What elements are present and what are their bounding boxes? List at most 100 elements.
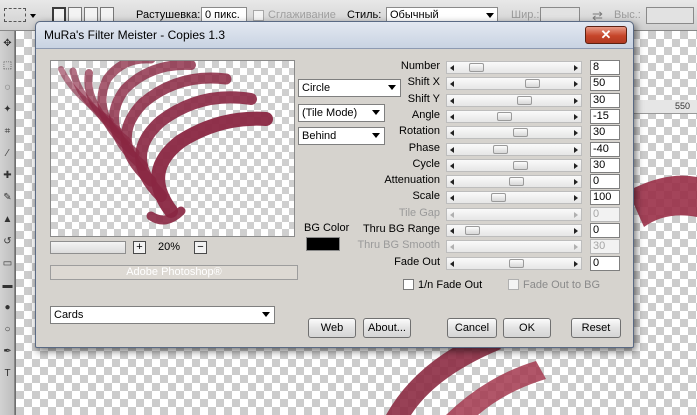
arrow-left-icon[interactable]: [450, 81, 454, 87]
arrow-right-icon[interactable]: [574, 228, 578, 234]
tools-panel: ✥ ⬚ ◌ ✦ ⌗ ⁄ ✚ ✎ ▲ ↺ ▭ ▬ ● ○ ✒ T: [0, 31, 15, 415]
rotation-value-input[interactable]: 30: [590, 125, 620, 140]
zoom-track[interactable]: [50, 241, 126, 254]
arrow-left-icon[interactable]: [450, 147, 454, 153]
move-tool-icon[interactable]: ✥: [1, 35, 14, 53]
close-button[interactable]: ✕: [585, 26, 627, 44]
arrow-left-icon[interactable]: [450, 179, 454, 185]
marquee-tool-icon[interactable]: ⬚: [1, 57, 14, 75]
slider-thumb[interactable]: [509, 259, 524, 268]
type-tool-icon[interactable]: T: [1, 365, 14, 383]
stamp-tool-icon[interactable]: ▲: [1, 211, 14, 229]
preview-artwork: [58, 61, 273, 225]
phase-slider[interactable]: [446, 143, 582, 156]
arrow-left-icon[interactable]: [450, 98, 454, 104]
arrow-left-icon[interactable]: [450, 163, 454, 169]
preview-pane[interactable]: [50, 60, 295, 237]
arrow-left-icon[interactable]: [450, 228, 454, 234]
height-input[interactable]: [646, 7, 694, 24]
marquee-tool-icon[interactable]: [4, 8, 26, 22]
cancel-button[interactable]: Cancel: [447, 318, 497, 338]
antialias-checkbox[interactable]: [253, 10, 264, 21]
fade-out-value-input[interactable]: 0: [590, 256, 620, 271]
slider-thumb[interactable]: [493, 145, 508, 154]
fade-out-slider[interactable]: [446, 257, 582, 270]
scale-slider[interactable]: [446, 191, 582, 204]
phase-value-input[interactable]: -40: [590, 142, 620, 157]
gradient-tool-icon[interactable]: ▬: [1, 277, 14, 295]
dodge-tool-icon[interactable]: ○: [1, 321, 14, 339]
slider-thumb[interactable]: [497, 112, 512, 121]
blur-tool-icon[interactable]: ●: [1, 299, 14, 317]
checkbox-box: [508, 279, 519, 290]
one-n-fade-out-checkbox[interactable]: 1/n Fade Out: [403, 278, 482, 294]
shift-y-slider[interactable]: [446, 94, 582, 107]
scale-value-input[interactable]: 100: [590, 190, 620, 205]
arrow-right-icon[interactable]: [574, 98, 578, 104]
close-icon: ✕: [600, 27, 612, 42]
reset-button[interactable]: Reset: [571, 318, 621, 338]
host-label: Adobe Photoshop®: [50, 265, 298, 280]
slider-thumb[interactable]: [469, 63, 484, 72]
slider-thumb[interactable]: [517, 96, 532, 105]
attenuation-slider[interactable]: [446, 175, 582, 188]
attenuation-value-input[interactable]: 0: [590, 174, 620, 189]
tile-gap-label: Tile Gap: [398, 207, 440, 219]
shift-x-value-input[interactable]: 50: [590, 76, 620, 91]
tile-gap-value-input: 0: [590, 207, 620, 222]
crop-tool-icon[interactable]: ⌗: [1, 123, 14, 141]
slider-thumb[interactable]: [491, 193, 506, 202]
eyedropper-tool-icon[interactable]: ⁄: [1, 145, 14, 163]
fade-out-to-bg-checkbox[interactable]: Fade Out to BG: [508, 278, 600, 294]
tool-preset-arrow-icon[interactable]: [30, 14, 36, 18]
arrow-right-icon[interactable]: [574, 179, 578, 185]
angle-slider[interactable]: [446, 110, 582, 123]
lasso-tool-icon[interactable]: ◌: [1, 79, 14, 97]
cycle-slider[interactable]: [446, 159, 582, 172]
zoom-in-button[interactable]: +: [133, 241, 146, 254]
ok-button[interactable]: OK: [503, 318, 551, 338]
arrow-left-icon[interactable]: [450, 195, 454, 201]
arrow-right-icon[interactable]: [574, 195, 578, 201]
angle-value-input[interactable]: -15: [590, 109, 620, 124]
history-brush-tool-icon[interactable]: ↺: [1, 233, 14, 251]
arrow-left-icon[interactable]: [450, 130, 454, 136]
healing-tool-icon[interactable]: ✚: [1, 167, 14, 185]
slider-thumb[interactable]: [509, 177, 524, 186]
preset-select[interactable]: Cards: [50, 306, 275, 324]
arrow-right-icon[interactable]: [574, 130, 578, 136]
slider-thumb[interactable]: [525, 79, 540, 88]
slider-thumb[interactable]: [465, 226, 480, 235]
arrow-right-icon[interactable]: [574, 261, 578, 267]
arrow-left-icon[interactable]: [450, 261, 454, 267]
thru-bg-range-slider[interactable]: [446, 224, 582, 237]
brush-tool-icon[interactable]: ✎: [1, 189, 14, 207]
arrow-right-icon[interactable]: [574, 163, 578, 169]
cycle-value-input[interactable]: 30: [590, 158, 620, 173]
scale-label: Scale: [412, 190, 440, 202]
number-slider[interactable]: [446, 61, 582, 74]
dialog-titlebar[interactable]: MuRa's Filter Meister - Copies 1.3 ✕: [36, 22, 633, 49]
shift-x-slider[interactable]: [446, 77, 582, 90]
number-value-input[interactable]: 8: [590, 60, 620, 75]
magic-wand-tool-icon[interactable]: ✦: [1, 101, 14, 119]
thru-bg-range-value-input[interactable]: 0: [590, 223, 620, 238]
chevron-down-icon: [486, 13, 494, 18]
eraser-tool-icon[interactable]: ▭: [1, 255, 14, 273]
arrow-right-icon[interactable]: [574, 65, 578, 71]
arrow-left-icon[interactable]: [450, 65, 454, 71]
rotation-slider[interactable]: [446, 126, 582, 139]
arrow-right-icon[interactable]: [574, 81, 578, 87]
shift-y-value-input[interactable]: 30: [590, 93, 620, 108]
arrow-right-icon: [574, 244, 578, 250]
web-button[interactable]: Web: [308, 318, 356, 338]
slider-thumb[interactable]: [513, 161, 528, 170]
pen-tool-icon[interactable]: ✒: [1, 343, 14, 361]
arrow-right-icon[interactable]: [574, 147, 578, 153]
slider-thumb[interactable]: [513, 128, 528, 137]
attenuation-label: Attenuation: [384, 174, 440, 186]
zoom-out-button[interactable]: −: [194, 241, 207, 254]
arrow-left-icon[interactable]: [450, 114, 454, 120]
about-button[interactable]: About...: [363, 318, 411, 338]
arrow-right-icon[interactable]: [574, 114, 578, 120]
